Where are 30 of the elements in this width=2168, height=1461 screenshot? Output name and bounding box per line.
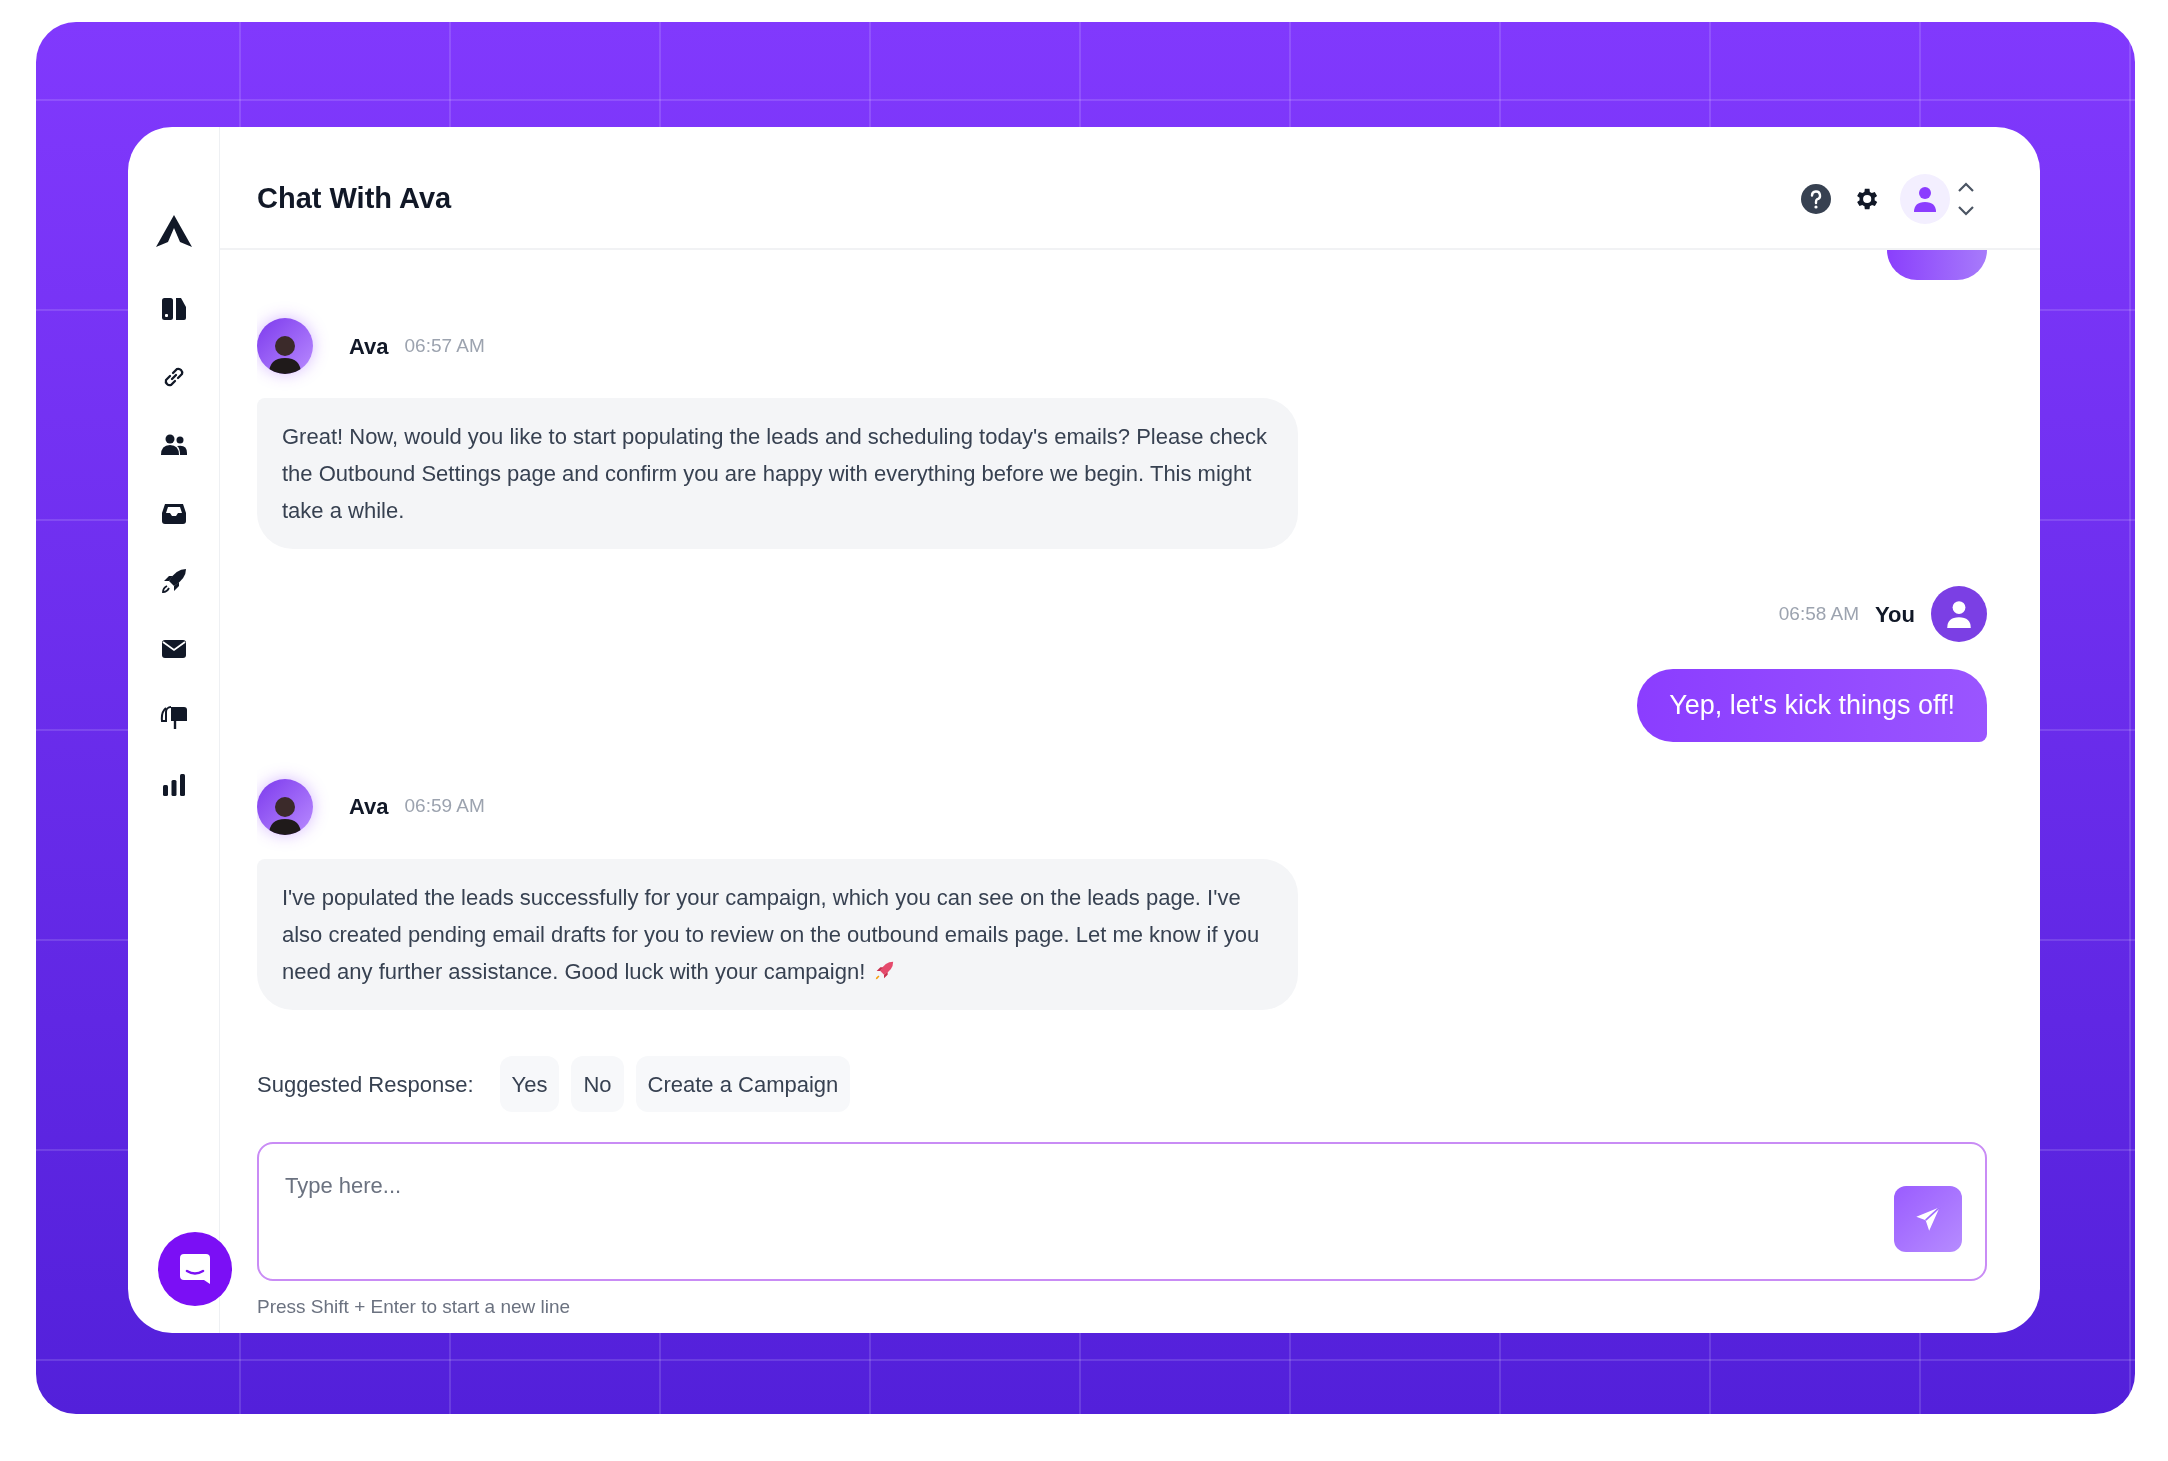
suggestion-chip[interactable]: Create a Campaign <box>635 1056 851 1112</box>
sender-name: Ava <box>349 793 389 821</box>
message-time: 06:59 AM <box>404 794 485 819</box>
message-bubble: I've populated the leads successfully for your campaign, which you can see on the leads page. I've also created pending email drafts for you to review on the outbound emails page. Let me know if you need any further assistance. Good luck with your campaign! <box>257 858 1298 1010</box>
chat-icon <box>178 1252 212 1286</box>
message-input[interactable]: Type here... <box>257 1142 1987 1281</box>
message-bubble: Great! Now, would you like to start populating the leads and scheduling today's emails? Please check the Outbound Settings page and confirm you are happy with everything before we begin. This might take a while. <box>257 398 1298 549</box>
message-bubble: Yep, let's kick things off! <box>1637 669 1987 742</box>
page-title: Chat With Ava <box>257 180 453 216</box>
input-hint: Press Shift + Enter to start a new line <box>257 1295 572 1319</box>
mailbox-icon[interactable] <box>159 703 188 731</box>
suggestion-chip[interactable]: Yes <box>499 1056 560 1112</box>
chevron-up-down-icon <box>1956 180 1976 217</box>
person-icon <box>1911 184 1939 213</box>
sender-name: You <box>1875 600 1915 629</box>
message-time: 06:57 AM <box>404 333 485 358</box>
rocket-icon[interactable] <box>159 567 188 595</box>
suggested-label: Suggested Response: <box>257 1070 474 1099</box>
person-icon <box>1944 599 1974 629</box>
logo-icon <box>155 215 192 247</box>
avatar <box>257 318 313 374</box>
sender-name: Ava <box>349 332 389 361</box>
pages-icon[interactable] <box>159 295 188 323</box>
suggestion-chip[interactable]: No <box>571 1056 624 1112</box>
send-button[interactable] <box>1894 1186 1962 1252</box>
message-time: 06:58 AM <box>1778 601 1860 626</box>
send-icon <box>1914 1205 1942 1233</box>
user-menu-button[interactable] <box>1900 173 1976 224</box>
help-icon[interactable] <box>1800 182 1832 215</box>
avatar <box>257 778 313 835</box>
